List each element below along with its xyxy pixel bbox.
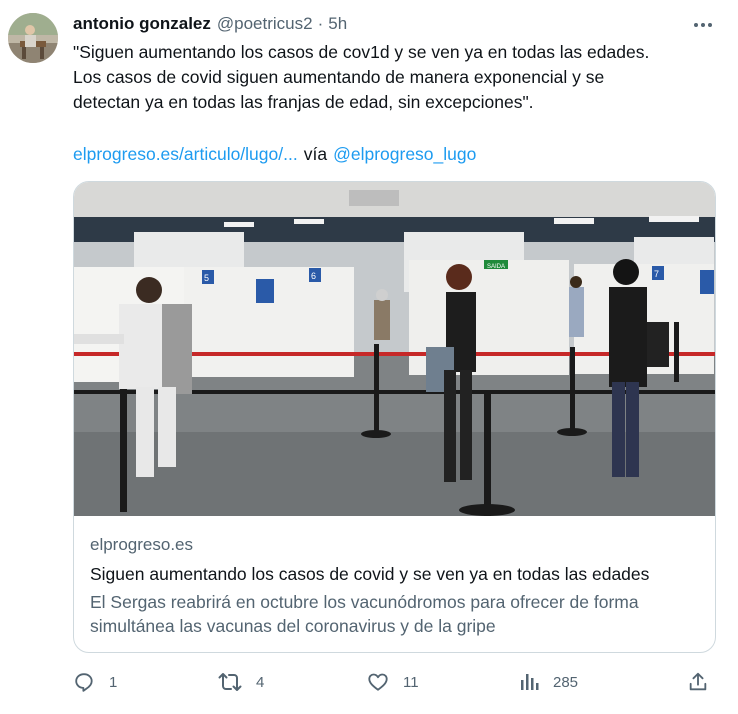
card-domain: elprogreso.es [90,535,194,554]
share-button[interactable] [687,668,709,696]
tweet-actions: 1 4 11 285 [73,668,713,696]
like-button[interactable]: 11 [367,668,419,696]
author-handle[interactable]: @poetricus2 [217,14,313,34]
via-label: vía [303,144,328,164]
avatar-photo-icon [8,13,58,63]
like-count: 11 [403,673,419,691]
tweet-timestamp[interactable]: 5h [328,14,347,34]
retweet-count: 4 [256,673,265,691]
more-horizontal-icon [694,23,712,27]
tweet-text-line: detectan ya en todas las franjas de edad… [73,92,534,112]
booth-number: 7 [654,269,659,279]
tweet-links: elprogreso.es/articulo/lugo/... vía @elpro… [73,142,476,167]
views-icon [521,674,539,690]
booth-number: 6 [311,271,316,281]
author-avatar[interactable] [8,13,58,63]
tweet-text-line: "Siguen aumentando los casos de cov1d y … [73,42,650,62]
retweet-icon [218,673,242,691]
exit-sign-text: SAIDA [487,264,505,270]
tweet-text: "Siguen aumentando los casos de cov1d y … [73,40,713,115]
share-icon [689,672,707,691]
views-count: 285 [553,673,579,691]
link-preview-card[interactable]: SAIDA 5 6 7 elprogreso.es Siguen aumenta… [73,181,716,653]
tweet-header: antonio gonzalez @poetricus2 · 5h [73,14,347,36]
article-link[interactable]: elprogreso.es/articulo/lugo/... [73,144,298,164]
via-mention-link[interactable]: @elprogreso_lugo [333,144,476,164]
header-separator: · [317,14,324,33]
like-icon [368,673,388,691]
reply-button[interactable]: 1 [73,668,117,696]
card-description: El Sergas reabrirá en octubre los vacunó… [90,592,639,636]
card-image[interactable]: SAIDA 5 6 7 [74,182,715,516]
card-title: Siguen aumentando los casos de covid y s… [90,564,650,584]
booth-number: 5 [204,273,209,283]
vaccination-center-photo-icon: SAIDA 5 6 7 [74,182,715,516]
tweet-text-line: Los casos de covid siguen aumentando de … [73,67,605,87]
reply-icon [75,673,93,692]
reply-count: 1 [109,673,118,691]
views-button[interactable]: 285 [519,668,578,696]
retweet-button[interactable]: 4 [218,668,264,696]
more-options-button[interactable] [690,14,716,36]
tweet-article[interactable]: antonio gonzalez @poetricus2 · 5h "Sigue… [0,0,738,714]
author-name[interactable]: antonio gonzalez [73,14,211,34]
